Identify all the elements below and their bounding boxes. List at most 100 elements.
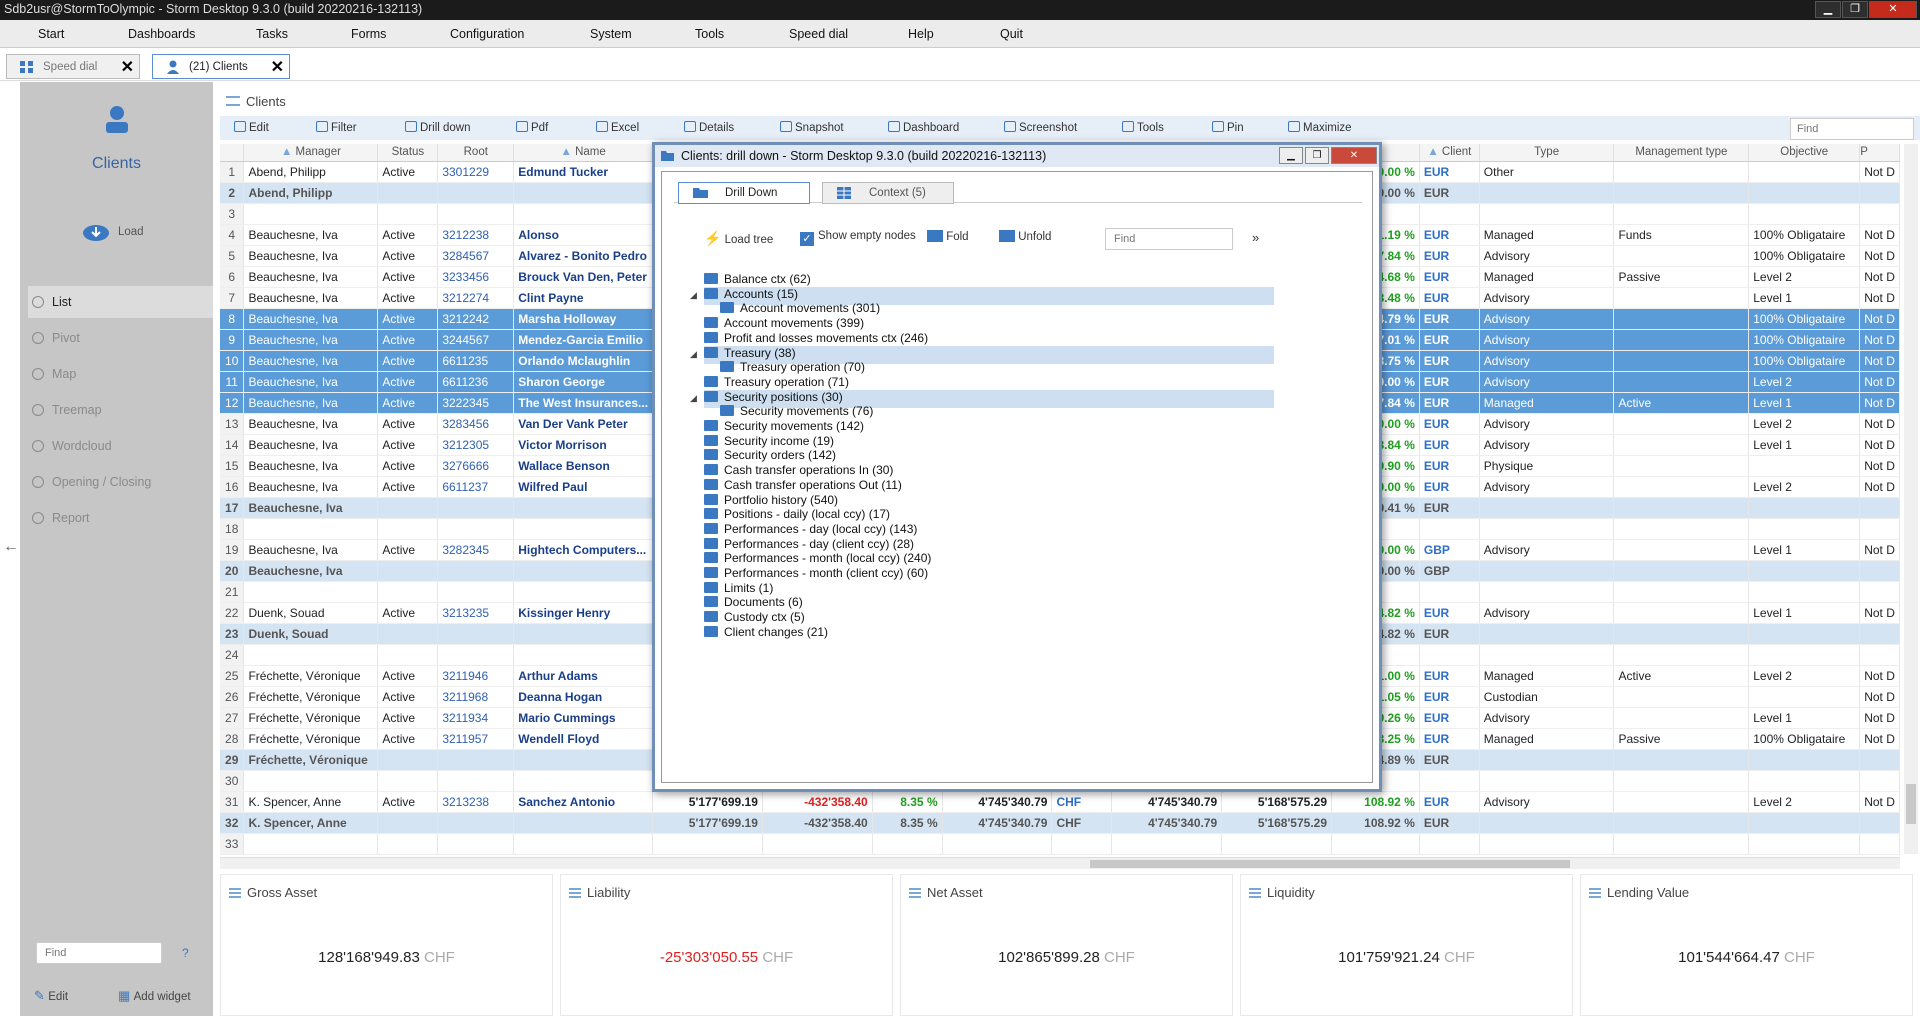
cell-manager: Beauchesne, Iva	[243, 371, 379, 393]
cell-value: CHF	[1051, 791, 1113, 813]
scroll-thumb[interactable]	[1090, 860, 1570, 868]
filter-button[interactable]: Filter	[316, 121, 357, 134]
widget-liability[interactable]: Liability -25'303'050.55 CHF	[560, 874, 893, 1016]
excel-button[interactable]: Excel	[596, 121, 639, 134]
tree-node[interactable]: Client changes (21)	[704, 625, 828, 643]
horizontal-scrollbar[interactable]	[220, 857, 1900, 869]
column-name[interactable]: ▲ Name	[513, 144, 654, 162]
close-dialog-button[interactable]: ✕	[1331, 147, 1377, 164]
add-widget-button[interactable]: ▦ Add widget	[118, 988, 191, 1004]
cell-last: Not D	[1859, 686, 1900, 708]
restore-button[interactable]: ❐	[1842, 1, 1868, 18]
load-button[interactable]: Load	[82, 222, 172, 242]
expand-arrow-icon[interactable]: ◢	[690, 393, 697, 404]
pdf-button[interactable]: Pdf	[516, 121, 548, 134]
cell-management-type	[1613, 497, 1750, 519]
drill-down-button[interactable]: Drill down	[405, 121, 471, 134]
column-root[interactable]: Root	[437, 144, 515, 162]
table-row[interactable]: 32 K. Spencer, Anne 5'177'699.19 -432'358.4…	[220, 812, 1900, 834]
view-wordcloud[interactable]: Wordcloud	[28, 430, 213, 462]
tab-context[interactable]: Context (5)	[822, 182, 954, 204]
close-icon[interactable]: ✕	[121, 57, 134, 77]
table-row[interactable]: 31 K. Spencer, Anne Active 3213238 Sanchez A…	[220, 791, 1900, 813]
load-tree-button[interactable]: ⚡ Load tree	[704, 230, 773, 247]
dialog-find-input[interactable]	[1105, 228, 1233, 250]
details-button[interactable]: Details	[684, 121, 734, 134]
column-manager[interactable]: ▲ Manager	[243, 144, 379, 162]
menu-start[interactable]: Start	[38, 27, 64, 41]
maximize-button[interactable]: Maximize	[1288, 121, 1352, 134]
widget-liquidity[interactable]: Liquidity 101'759'921.24 CHF	[1240, 874, 1573, 1016]
snapshot-button[interactable]: Snapshot	[780, 121, 844, 134]
tab-speed-dial[interactable]: Speed dial ✕	[6, 54, 140, 79]
tab-clients[interactable]: (21) Clients ✕	[152, 54, 290, 79]
table-row[interactable]: 33	[220, 833, 1900, 855]
cell-objective	[1748, 203, 1861, 225]
hamburger-icon[interactable]	[1249, 888, 1261, 898]
minimize-button[interactable]: ▁	[1279, 147, 1303, 164]
view-opening-closing[interactable]: Opening / Closing	[28, 466, 213, 498]
minimize-button[interactable]: ▁	[1815, 1, 1841, 18]
menu-help[interactable]: Help	[908, 27, 934, 41]
column-status[interactable]: Status	[377, 144, 439, 162]
widget-net-asset[interactable]: Net Asset 102'865'899.28 CHF	[900, 874, 1233, 1016]
menu-configuration[interactable]: Configuration	[450, 27, 524, 41]
tool-label: Pdf	[531, 122, 549, 134]
column-type[interactable]: Type	[1479, 144, 1615, 162]
show-empty-nodes-checkbox[interactable]: ✓ Show empty nodes	[800, 230, 916, 246]
hamburger-icon[interactable]	[909, 888, 921, 898]
view-report[interactable]: Report	[28, 502, 213, 534]
menu-quit[interactable]: Quit	[1000, 27, 1023, 41]
expand-arrow-icon[interactable]: ◢	[690, 349, 697, 360]
pin-button[interactable]: Pin	[1212, 121, 1244, 134]
hamburger-icon[interactable]	[229, 888, 241, 898]
view-label: Wordcloud	[52, 439, 112, 453]
dialog-body: Drill Down Context (5) ⚡ Load tree ✓ Show…	[661, 171, 1373, 783]
dashboard-button[interactable]: Dashboard	[888, 121, 959, 134]
column-last[interactable]: P	[1859, 144, 1900, 162]
expand-arrow-icon[interactable]: ◢	[690, 290, 697, 301]
tab-drill-down[interactable]: Drill Down	[678, 182, 810, 204]
arrow-left-icon[interactable]: ←	[3, 538, 19, 556]
menu-tools[interactable]: Tools	[695, 27, 724, 41]
tools-button[interactable]: Tools	[1122, 121, 1164, 134]
column-management-type[interactable]: Management type	[1613, 144, 1750, 162]
hamburger-icon[interactable]	[1589, 888, 1601, 898]
fold-button[interactable]: Fold	[927, 230, 969, 243]
menu-forms[interactable]: Forms	[351, 27, 386, 41]
widget-gross-asset[interactable]: Gross Asset 128'168'949.83 CHF	[220, 874, 553, 1016]
scroll-thumb[interactable]	[1906, 784, 1916, 824]
screenshot-button[interactable]: Screenshot	[1004, 121, 1077, 134]
cell-last: Not D	[1859, 350, 1900, 372]
more-button[interactable]: »	[1252, 230, 1259, 245]
close-window-button[interactable]: ✕	[1869, 1, 1917, 18]
row-number-header	[220, 144, 245, 162]
help-icon[interactable]: ?	[182, 946, 189, 960]
hamburger-icon[interactable]	[569, 888, 581, 898]
view-map[interactable]: Map	[28, 358, 213, 390]
column-client[interactable]: ▲ Client	[1419, 144, 1480, 162]
panel-find-input[interactable]	[1790, 118, 1914, 140]
menu-dashboards[interactable]: Dashboards	[128, 27, 195, 41]
menu-system[interactable]: System	[590, 27, 632, 41]
close-icon[interactable]: ✕	[271, 57, 284, 77]
column-objective[interactable]: Objective	[1748, 144, 1861, 162]
edit-button[interactable]: ✎ Edit	[34, 988, 68, 1004]
hamburger-icon[interactable]	[226, 96, 240, 106]
cell-manager	[243, 518, 379, 540]
view-treemap[interactable]: Treemap	[28, 394, 213, 426]
view-list[interactable]: List	[28, 286, 213, 318]
cell-manager: Beauchesne, Iva	[243, 224, 379, 246]
restore-button[interactable]: ❐	[1305, 147, 1329, 164]
sidebar-find-input[interactable]	[36, 942, 162, 964]
view-pivot[interactable]: Pivot	[28, 322, 213, 354]
widget-lending-value[interactable]: Lending Value 101'544'664.47 CHF	[1580, 874, 1913, 1016]
vertical-scrollbar[interactable]	[1904, 144, 1918, 854]
unfold-button[interactable]: Unfold	[999, 230, 1051, 243]
cell-root	[437, 518, 515, 540]
cell-value: 8.35 %	[872, 812, 943, 834]
menu-bar: Start Dashboards Tasks Forms Configurati…	[0, 20, 1920, 48]
edit-tool-button[interactable]: Edit	[234, 121, 269, 134]
menu-tasks[interactable]: Tasks	[256, 27, 288, 41]
menu-speed-dial[interactable]: Speed dial	[789, 27, 848, 41]
